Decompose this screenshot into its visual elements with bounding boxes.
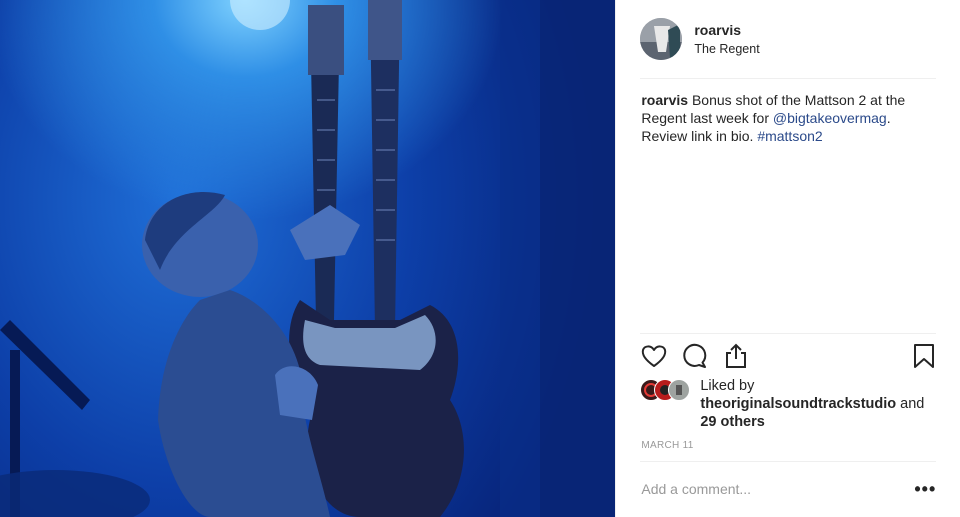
avatar-image (640, 18, 683, 60)
post-username[interactable]: roarvis (694, 22, 741, 38)
liked-by-user-link[interactable]: theoriginalsoundtrackstudio (700, 396, 896, 412)
liked-by-prefix: Liked by (700, 378, 755, 394)
post-date[interactable]: MARCH 11 (641, 440, 693, 451)
post-caption: roarvis Bonus shot of the Mattson 2 at t… (641, 91, 931, 145)
concert-photo-illustration (0, 0, 616, 517)
avatar[interactable] (640, 18, 683, 60)
liked-by-and: and (900, 396, 925, 412)
heart-icon[interactable] (640, 342, 668, 370)
post-side-panel: roarvis The Regent roarvis Bonus shot of… (616, 0, 960, 517)
caption-mention-link[interactable]: @bigtakeovermag (773, 110, 887, 126)
caption-hashtag-link[interactable]: #mattson2 (757, 128, 822, 144)
post-header: roarvis The Regent (616, 0, 960, 78)
liked-by-others-link[interactable]: 29 others (700, 414, 764, 430)
post-photo[interactable] (0, 0, 617, 517)
liker-avatar[interactable] (668, 379, 691, 401)
caption-username[interactable]: roarvis (641, 92, 688, 108)
instagram-post: roarvis The Regent roarvis Bonus shot of… (0, 0, 960, 517)
share-icon[interactable] (722, 342, 750, 370)
more-options-button[interactable]: ••• (914, 479, 936, 500)
post-location[interactable]: The Regent (694, 42, 759, 56)
liked-by-text: Liked by theoriginalsoundtrackstudio and… (700, 377, 940, 431)
comment-divider (640, 461, 937, 462)
comment-input[interactable]: Add a comment... (641, 481, 891, 497)
header-divider (640, 78, 937, 79)
bookmark-icon[interactable] (910, 342, 938, 370)
comment-icon[interactable] (680, 342, 708, 370)
post-actions-bar (640, 342, 936, 374)
actions-divider (640, 333, 937, 334)
